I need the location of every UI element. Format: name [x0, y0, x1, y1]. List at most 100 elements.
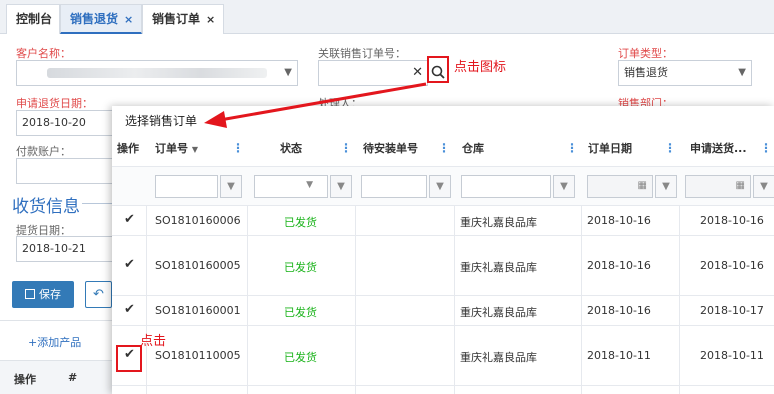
- filter-icon[interactable]: ▼: [220, 175, 242, 198]
- order-date-cell: 2018-10-11: [587, 349, 651, 362]
- calendar-icon[interactable]: ▦: [736, 180, 745, 191]
- close-icon[interactable]: ×: [206, 13, 215, 26]
- order-type-value: 销售退货: [624, 66, 668, 79]
- select-check-icon[interactable]: ✔: [124, 302, 135, 317]
- filter-icon[interactable]: ▼: [753, 175, 774, 198]
- delivery-date-cell: 2018-10-17: [700, 304, 764, 317]
- filter-icon[interactable]: ▼: [553, 175, 575, 198]
- undo-icon: ↶: [93, 287, 104, 302]
- col-header-warehouse[interactable]: 仓库: [462, 131, 484, 167]
- order-type-select[interactable]: 销售退货 ▼: [618, 60, 752, 86]
- warehouse-cell: 重庆礼嘉良品库: [460, 306, 537, 319]
- column-menu-icon[interactable]: ⋮: [664, 142, 676, 154]
- filter-icon[interactable]: ▼: [330, 175, 352, 198]
- section-divider: [82, 203, 114, 204]
- table-row[interactable]: ✔ SO1810160005 已发货 重庆礼嘉良品库 2018-10-16 20…: [112, 236, 774, 296]
- save-icon: [25, 289, 35, 299]
- return-date-input[interactable]: 2018-10-20: [16, 110, 112, 136]
- status-cell: 已发货: [284, 306, 317, 319]
- column-menu-icon[interactable]: ⋮: [566, 142, 578, 154]
- section-title: 收货信息: [12, 197, 80, 217]
- warehouse-cell: 重庆礼嘉良品库: [460, 351, 537, 364]
- select-check-icon[interactable]: ✔: [124, 212, 135, 227]
- status-cell: 已发货: [284, 351, 317, 364]
- order-no-filter-input[interactable]: [155, 175, 218, 198]
- col-index: #: [68, 371, 78, 384]
- undo-button[interactable]: ↶: [85, 281, 112, 308]
- tab-sales-order[interactable]: 销售订单 ×: [142, 4, 224, 34]
- click-hint-annotation: 点击: [140, 334, 167, 349]
- search-hint-annotation: 点击图标: [454, 60, 507, 75]
- return-date-value: 2018-10-20: [22, 116, 86, 129]
- filter-icon[interactable]: ▼: [429, 175, 451, 198]
- order-no-cell: SO1810160001: [155, 304, 241, 317]
- status-cell: 已发货: [284, 261, 317, 274]
- col-header-status[interactable]: 状态: [280, 131, 302, 167]
- payer-input[interactable]: [16, 158, 112, 184]
- col-header-label: 订单号: [155, 142, 188, 155]
- order-no-cell: SO1810160005: [155, 259, 241, 272]
- status-cell: 已发货: [284, 216, 317, 229]
- pickup-date-value: 2018-10-21: [22, 242, 86, 255]
- warehouse-filter-input[interactable]: [461, 175, 551, 198]
- close-icon[interactable]: ×: [124, 13, 133, 26]
- save-button-label: 保存: [39, 288, 61, 301]
- customer-select[interactable]: ▼: [16, 60, 298, 86]
- order-date-filter-input[interactable]: ▦: [587, 175, 653, 198]
- warehouse-cell: 重庆礼嘉良品库: [460, 261, 537, 274]
- table-row[interactable]: ✔ SO1810110005 已发货 重庆礼嘉良品库 2018-10-11 20…: [112, 326, 774, 386]
- column-menu-icon[interactable]: ⋮: [438, 142, 450, 154]
- order-type-label: 订单类型：: [618, 47, 673, 60]
- col-header-install-no[interactable]: 待安装单号: [363, 131, 418, 167]
- column-menu-icon[interactable]: ⋮: [232, 142, 244, 154]
- column-menu-icon[interactable]: ⋮: [760, 142, 772, 154]
- select-check-icon[interactable]: ✔: [124, 257, 135, 272]
- calendar-icon[interactable]: ▦: [638, 180, 647, 191]
- tab-sales-return[interactable]: 销售退货 ×: [60, 4, 142, 34]
- col-action: 操作: [14, 373, 36, 386]
- chevron-down-icon: ▼: [284, 67, 292, 78]
- tab-bar: 控制台 销售退货 × 销售订单 ×: [0, 0, 774, 34]
- modal-title: 选择销售订单: [125, 114, 198, 128]
- delivery-date-cell: 2018-10-11: [700, 349, 764, 362]
- order-date-cell: 2018-10-16: [587, 304, 651, 317]
- search-highlight-box: [427, 56, 449, 83]
- grid-header-row: 操作 订单号 ▼ ⋮ 状态 ⋮ 待安装单号 ⋮ 仓库 ⋮ 订单日期 ⋮ 申请送货…: [112, 131, 774, 167]
- col-header-delivery-date[interactable]: 申请送货...: [690, 131, 760, 167]
- return-date-label: 申请退货日期：: [16, 97, 93, 110]
- delivery-date-cell: 2018-10-16: [700, 259, 764, 272]
- warehouse-cell: 重庆礼嘉良品库: [460, 216, 537, 229]
- select-order-modal: 选择销售订单 操作 订单号 ▼ ⋮ 状态 ⋮ 待安装单号 ⋮ 仓库 ⋮ 订单日期…: [112, 106, 774, 394]
- filter-icon[interactable]: ▼: [655, 175, 677, 198]
- tab-label: 销售退货: [70, 12, 119, 26]
- pickup-date-input[interactable]: 2018-10-21: [16, 236, 112, 262]
- product-table-header: 操作 #: [0, 360, 112, 394]
- add-product-link[interactable]: +添加产品: [28, 334, 81, 350]
- table-row[interactable]: ✔ SO1810160006 已发货 重庆礼嘉良品库 2018-10-16 20…: [112, 206, 774, 236]
- col-header-order-date[interactable]: 订单日期: [588, 131, 632, 167]
- order-date-cell: 2018-10-16: [587, 214, 651, 227]
- delivery-date-cell: 2018-10-16: [700, 214, 764, 227]
- tab-label: 控制台: [16, 12, 53, 26]
- payer-label: 付款账户：: [16, 145, 71, 158]
- order-date-cell: 2018-10-16: [587, 259, 651, 272]
- column-menu-icon[interactable]: ⋮: [340, 142, 352, 154]
- order-no-cell: SO1810110005: [155, 349, 241, 362]
- save-button[interactable]: 保存: [12, 281, 74, 308]
- status-filter-select[interactable]: ▼: [254, 175, 328, 198]
- clear-icon[interactable]: ✕: [412, 61, 423, 85]
- grid-filter-row: ▼ ▼ ▼ ▼ ▼ ▦ ▼ ▦ ▼: [112, 167, 774, 206]
- check-highlight-box: [116, 345, 142, 372]
- tab-console[interactable]: 控制台: [6, 4, 60, 34]
- install-no-filter-input[interactable]: [361, 175, 427, 198]
- sort-desc-icon[interactable]: ▼: [192, 145, 198, 154]
- delivery-date-filter-input[interactable]: ▦: [685, 175, 751, 198]
- order-grid: 操作 订单号 ▼ ⋮ 状态 ⋮ 待安装单号 ⋮ 仓库 ⋮ 订单日期 ⋮ 申请送货…: [112, 131, 774, 394]
- order-no-cell: SO1810160006: [155, 214, 241, 227]
- related-order-input[interactable]: ✕: [318, 60, 428, 86]
- col-header-order-no[interactable]: 订单号 ▼: [155, 131, 198, 167]
- redacted-customer: [47, 68, 267, 78]
- chevron-down-icon: ▼: [306, 180, 313, 190]
- tab-label: 销售订单: [152, 12, 201, 26]
- table-row[interactable]: ✔ SO1810160001 已发货 重庆礼嘉良品库 2018-10-16 20…: [112, 296, 774, 326]
